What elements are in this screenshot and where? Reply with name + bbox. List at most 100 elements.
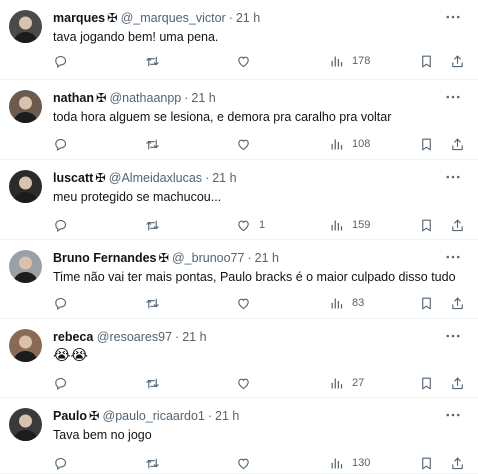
avatar-image bbox=[9, 408, 42, 441]
bookmark-button[interactable] bbox=[419, 135, 434, 153]
avatar[interactable] bbox=[9, 10, 42, 43]
bookmark-icon bbox=[419, 456, 434, 471]
display-name[interactable]: rebeca bbox=[53, 330, 93, 344]
separator-dot: · bbox=[247, 251, 252, 265]
timestamp[interactable]: 21 h bbox=[182, 330, 206, 344]
separator-dot: · bbox=[184, 91, 189, 105]
repost-button[interactable] bbox=[145, 454, 160, 472]
views-icon bbox=[329, 376, 344, 391]
display-name[interactable]: Bruno Fernandes bbox=[53, 251, 157, 265]
reply-icon bbox=[53, 218, 68, 233]
like-button[interactable]: 1 bbox=[236, 216, 265, 234]
action-bar: 178 bbox=[53, 52, 463, 70]
user-handle[interactable]: @_marques_victor bbox=[121, 11, 226, 25]
user-handle[interactable]: @Almeidaxlucas bbox=[109, 171, 202, 185]
timestamp[interactable]: 21 h bbox=[215, 409, 239, 423]
more-options-button[interactable] bbox=[444, 8, 462, 26]
views-count: 108 bbox=[352, 138, 371, 150]
tweet[interactable]: rebeca @resoares97 · 21 h 😭😭 27 bbox=[0, 319, 478, 398]
avatar-image bbox=[9, 170, 42, 203]
heart-icon bbox=[236, 296, 251, 311]
tweet-text: Time não vai ter mais pontas, Paulo brac… bbox=[53, 270, 456, 284]
cross-badge-icon: ✠ bbox=[107, 11, 118, 25]
tweet[interactable]: luscatt ✠ @Almeidaxlucas · 21 h meu protegido… bbox=[0, 160, 478, 240]
views-button[interactable]: 108 bbox=[329, 135, 370, 153]
bookmark-button[interactable] bbox=[419, 294, 434, 312]
repost-button[interactable] bbox=[145, 216, 160, 234]
like-button[interactable] bbox=[236, 294, 251, 312]
views-button[interactable]: 27 bbox=[329, 374, 364, 392]
display-name[interactable]: marques bbox=[53, 11, 105, 25]
share-button[interactable] bbox=[450, 135, 465, 153]
more-options-button[interactable] bbox=[444, 248, 462, 266]
views-button[interactable]: 159 bbox=[329, 216, 370, 234]
views-icon bbox=[329, 54, 344, 69]
bookmark-icon bbox=[419, 54, 434, 69]
display-name[interactable]: luscatt bbox=[53, 171, 93, 185]
views-button[interactable]: 130 bbox=[329, 454, 370, 472]
tweet-text: tava jogando bem! uma pena. bbox=[53, 30, 219, 44]
user-handle[interactable]: @resoares97 bbox=[97, 330, 172, 344]
repost-button[interactable] bbox=[145, 52, 160, 70]
share-button[interactable] bbox=[450, 52, 465, 70]
tweet[interactable]: nathan ✠ @nathaanpp · 21 h toda hora alguem s… bbox=[0, 80, 478, 160]
display-name[interactable]: nathan bbox=[53, 91, 94, 105]
repost-button[interactable] bbox=[145, 374, 160, 392]
views-count: 159 bbox=[352, 219, 371, 231]
user-handle[interactable]: @_brunoo77 bbox=[172, 251, 244, 265]
views-icon bbox=[329, 137, 344, 152]
bookmark-button[interactable] bbox=[419, 52, 434, 70]
repost-icon bbox=[145, 218, 160, 233]
avatar-image bbox=[9, 90, 42, 123]
timestamp[interactable]: 21 h bbox=[255, 251, 279, 265]
more-options-button[interactable] bbox=[444, 168, 462, 186]
views-button[interactable]: 83 bbox=[329, 294, 364, 312]
more-options-button[interactable] bbox=[444, 327, 462, 345]
like-button[interactable] bbox=[236, 454, 251, 472]
more-options-button[interactable] bbox=[444, 88, 462, 106]
repost-icon bbox=[145, 376, 160, 391]
like-button[interactable] bbox=[236, 52, 251, 70]
reply-button[interactable] bbox=[53, 294, 68, 312]
bookmark-icon bbox=[419, 137, 434, 152]
avatar[interactable] bbox=[9, 408, 42, 441]
tweet[interactable]: Paulo ✠ @paulo_ricaardo1 · 21 h Tava bem no j… bbox=[0, 398, 478, 474]
bookmark-icon bbox=[419, 218, 434, 233]
reply-button[interactable] bbox=[53, 52, 68, 70]
display-name[interactable]: Paulo bbox=[53, 409, 87, 423]
timestamp[interactable]: 21 h bbox=[212, 171, 236, 185]
reply-button[interactable] bbox=[53, 374, 68, 392]
share-button[interactable] bbox=[450, 374, 465, 392]
timestamp[interactable]: 21 h bbox=[236, 11, 260, 25]
avatar[interactable] bbox=[9, 170, 42, 203]
reply-button[interactable] bbox=[53, 216, 68, 234]
views-icon bbox=[329, 218, 344, 233]
avatar[interactable] bbox=[9, 90, 42, 123]
views-button[interactable]: 178 bbox=[329, 52, 370, 70]
more-icon bbox=[444, 327, 462, 345]
bookmark-button[interactable] bbox=[419, 216, 434, 234]
timestamp[interactable]: 21 h bbox=[191, 91, 215, 105]
like-button[interactable] bbox=[236, 135, 251, 153]
reply-icon bbox=[53, 54, 68, 69]
tweet[interactable]: marques ✠ @_marques_victor · 21 h tava jogand… bbox=[0, 0, 478, 80]
repost-button[interactable] bbox=[145, 135, 160, 153]
avatar[interactable] bbox=[9, 329, 42, 362]
like-button[interactable] bbox=[236, 374, 251, 392]
share-button[interactable] bbox=[450, 216, 465, 234]
bookmark-button[interactable] bbox=[419, 374, 434, 392]
user-handle[interactable]: @nathaanpp bbox=[109, 91, 181, 105]
reply-button[interactable] bbox=[53, 454, 68, 472]
reply-button[interactable] bbox=[53, 135, 68, 153]
avatar[interactable] bbox=[9, 250, 42, 283]
repost-button[interactable] bbox=[145, 294, 160, 312]
bookmark-button[interactable] bbox=[419, 454, 434, 472]
heart-icon bbox=[236, 456, 251, 471]
share-button[interactable] bbox=[450, 454, 465, 472]
cross-badge-icon: ✠ bbox=[89, 409, 100, 423]
tweet-header: Paulo ✠ @paulo_ricaardo1 · 21 h bbox=[53, 408, 239, 424]
more-options-button[interactable] bbox=[444, 406, 462, 424]
tweet[interactable]: Bruno Fernandes ✠ @_brunoo77 · 21 h Time não … bbox=[0, 240, 478, 319]
user-handle[interactable]: @paulo_ricaardo1 bbox=[103, 409, 205, 423]
share-button[interactable] bbox=[450, 294, 465, 312]
